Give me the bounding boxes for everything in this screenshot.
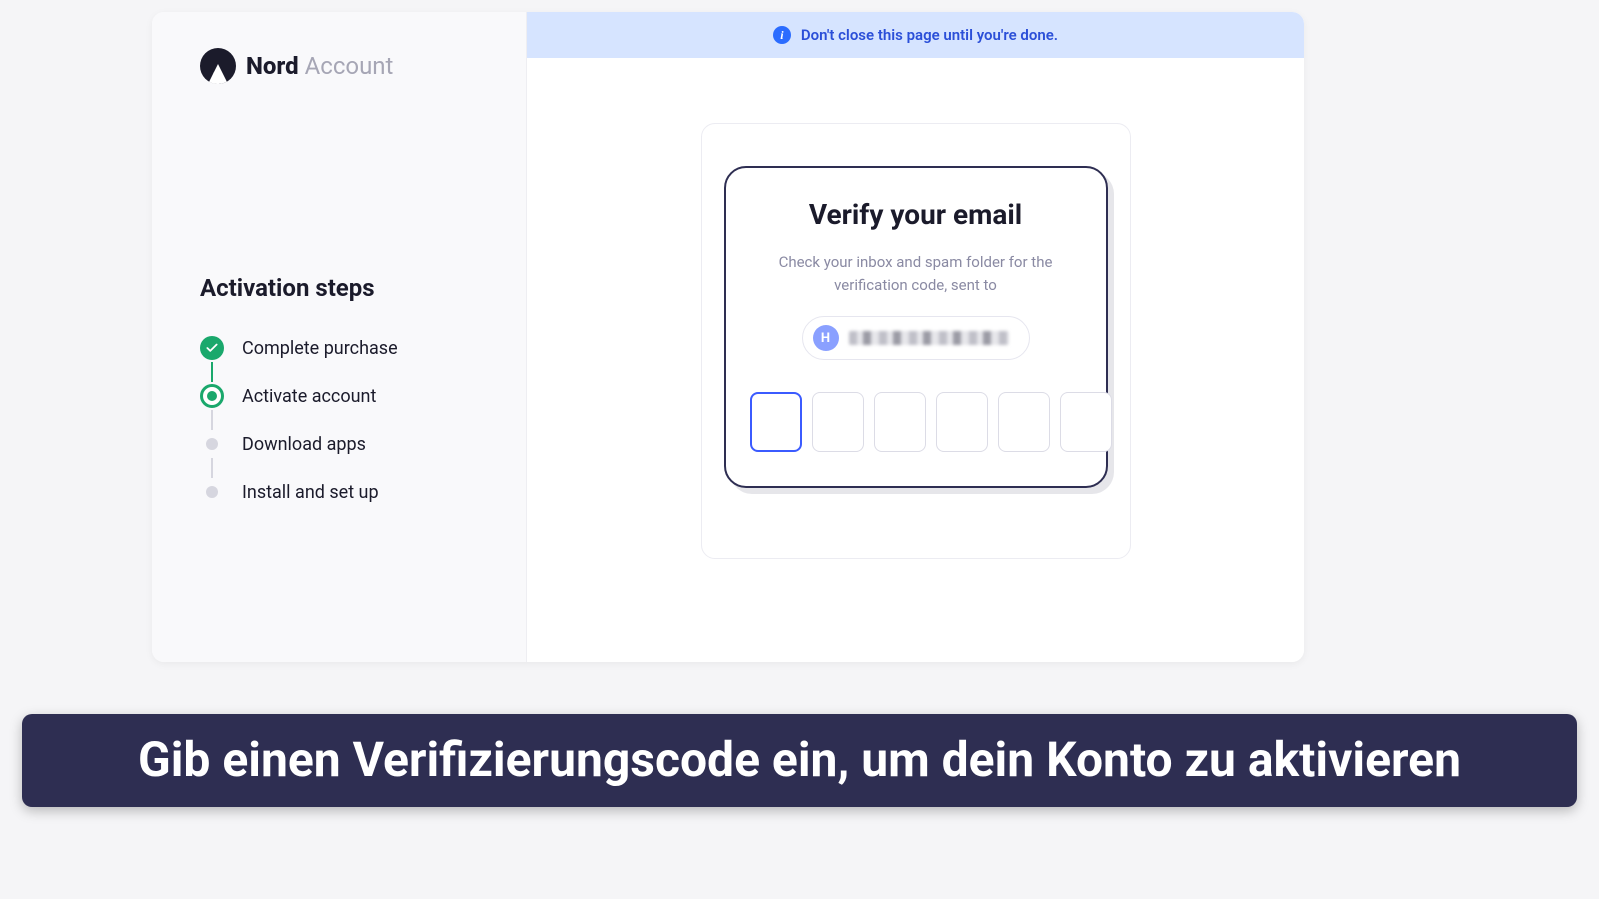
code-input-6[interactable]: [1060, 392, 1112, 452]
email-pill: H: [802, 316, 1030, 360]
step-label: Complete purchase: [242, 338, 398, 359]
step-label: Install and set up: [242, 482, 379, 503]
avatar: H: [813, 325, 839, 351]
notice-text: Don't close this page until you're done.: [801, 26, 1058, 44]
step-activate-account: Activate account: [200, 384, 478, 432]
sidebar: Nord Account Activation steps Complete p…: [152, 12, 527, 662]
code-input-2[interactable]: [812, 392, 864, 452]
step-label: Download apps: [242, 434, 366, 455]
radio-active-icon: [200, 384, 224, 408]
step-download-apps: Download apps: [200, 432, 478, 480]
code-input-4[interactable]: [936, 392, 988, 452]
verify-card: Verify your email Check your inbox and s…: [724, 166, 1108, 488]
logo-light: Account: [305, 52, 394, 80]
verify-title: Verify your email: [750, 198, 1082, 231]
code-input-3[interactable]: [874, 392, 926, 452]
content-area: Verify your email Check your inbox and s…: [527, 58, 1304, 662]
app-window: Nord Account Activation steps Complete p…: [152, 12, 1304, 662]
caption-overlay: Gib einen Verifizierungscode ein, um dei…: [22, 714, 1577, 807]
step-label: Activate account: [242, 386, 376, 407]
email-redacted: [849, 331, 1009, 345]
steps-list: Complete purchase Activate account Downl…: [200, 336, 478, 528]
dot-icon: [206, 486, 218, 498]
code-input-1[interactable]: [750, 392, 802, 452]
info-icon: i: [773, 26, 791, 44]
code-input-5[interactable]: [998, 392, 1050, 452]
verify-subtitle: Check your inbox and spam folder for the…: [750, 251, 1082, 296]
notice-bar: i Don't close this page until you're don…: [527, 12, 1304, 58]
step-complete-purchase: Complete purchase: [200, 336, 478, 384]
logo: Nord Account: [200, 48, 478, 84]
main-pane: i Don't close this page until you're don…: [527, 12, 1304, 662]
check-circle-icon: [200, 336, 224, 360]
steps-title: Activation steps: [200, 274, 478, 302]
step-install-setup: Install and set up: [200, 480, 478, 528]
logo-text: Nord Account: [246, 52, 393, 80]
logo-bold: Nord: [246, 52, 299, 80]
nord-logo-icon: [200, 48, 236, 84]
code-input-row: [750, 392, 1082, 452]
card-outer: Verify your email Check your inbox and s…: [701, 123, 1131, 559]
dot-icon: [206, 438, 218, 450]
